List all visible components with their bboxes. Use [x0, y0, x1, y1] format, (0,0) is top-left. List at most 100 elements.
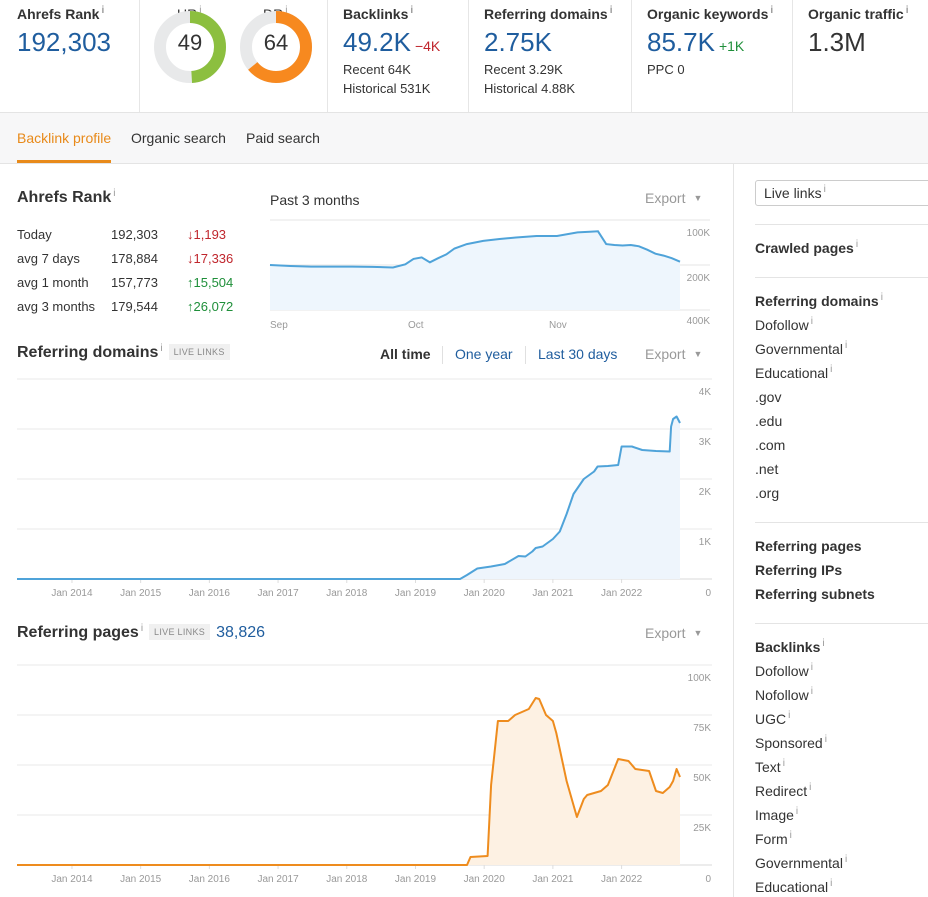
x-tick-label: Jan 2022: [601, 874, 643, 885]
rank-row-label: avg 7 days: [17, 251, 80, 266]
info-icon[interactable]: i: [845, 340, 847, 351]
info-icon[interactable]: i: [881, 292, 883, 303]
export-button[interactable]: Export ▼: [645, 190, 702, 206]
sidebar-item-label: Governmental: [755, 855, 843, 871]
sidebar-item-referring-pages[interactable]: Referring pages: [755, 538, 862, 554]
info-icon[interactable]: i: [811, 316, 813, 327]
sidebar-item-org[interactable]: .org: [755, 485, 779, 501]
export-button[interactable]: Export ▼: [645, 625, 702, 641]
info-icon[interactable]: i: [845, 854, 847, 865]
link-type-select[interactable]: Live links i: [755, 180, 928, 206]
info-icon[interactable]: i: [825, 734, 827, 745]
rank-row: avg 1 month 157,773 ↑15,504: [17, 275, 247, 293]
sidebar-item-label: Form: [755, 831, 788, 847]
info-icon[interactable]: i: [811, 686, 813, 697]
info-icon[interactable]: i: [811, 662, 813, 673]
area-fill: [17, 698, 680, 865]
caret-down-icon: ▼: [693, 193, 703, 203]
metric-referring-domains: Referring domains i 2.75K Recent 3.29K Hi…: [469, 0, 632, 112]
sidebar-item-label: Referring IPs: [755, 562, 843, 578]
referring-pages-count[interactable]: 38,826: [216, 624, 265, 641]
sidebar-item-text[interactable]: Text i: [755, 758, 785, 775]
sidebar-item-referring-ips[interactable]: Referring IPs: [755, 562, 842, 578]
export-button[interactable]: Export ▼: [645, 346, 702, 362]
range-one-year[interactable]: One year: [455, 346, 513, 362]
info-icon[interactable]: i: [160, 343, 162, 354]
x-tick-label: Jan 2020: [464, 588, 506, 599]
metric-historical: Historical 4.88K: [484, 81, 576, 96]
info-icon[interactable]: i: [796, 806, 798, 817]
x-tick-label: Jan 2015: [120, 588, 162, 599]
info-icon[interactable]: i: [101, 5, 104, 16]
sidebar-item-sponsored[interactable]: Sponsored i: [755, 734, 827, 751]
sidebar-item-crawled-pages[interactable]: Crawled pages i: [755, 239, 858, 256]
y-tick-label: 0: [705, 588, 711, 599]
sidebar-item-ugc[interactable]: UGC i: [755, 710, 790, 727]
metric-delta: −4K: [414, 38, 441, 54]
sidebar-item-label: Text: [755, 759, 781, 775]
sidebar-item-com[interactable]: .com: [755, 437, 785, 453]
metric-backlinks: Backlinks i 49.2K −4K Recent 64K Historica…: [328, 0, 469, 112]
metric-value: 49.2K: [343, 27, 411, 57]
sidebar-item-edu[interactable]: .edu: [755, 413, 782, 429]
sidebar-item-dofollow[interactable]: Dofollow i: [755, 316, 813, 333]
info-icon[interactable]: i: [824, 184, 826, 195]
sidebar-item-nofollow[interactable]: Nofollow i: [755, 686, 813, 703]
sidebar-item-form[interactable]: Form i: [755, 830, 792, 847]
sidebar-item-gov[interactable]: .gov: [755, 389, 781, 405]
tab-paid-search[interactable]: Paid search: [246, 130, 320, 146]
x-tick-label: Jan 2021: [532, 874, 574, 885]
x-tick-label: Jan 2015: [120, 874, 162, 885]
info-icon[interactable]: i: [790, 830, 792, 841]
metric-label: Organic keywords: [647, 6, 769, 22]
sidebar-item-label: Educational: [755, 879, 829, 895]
info-icon[interactable]: i: [809, 782, 811, 793]
info-icon[interactable]: i: [856, 239, 858, 250]
range-separator: [442, 346, 443, 364]
metric-ur-dr: UR i 49 DR i 64: [140, 0, 328, 112]
y-tick-label: 3K: [699, 437, 712, 448]
tab-backlink-profile[interactable]: Backlink profile: [17, 130, 111, 146]
rank-row-value: 192,303: [111, 227, 158, 242]
sidebar-item-net[interactable]: .net: [755, 461, 778, 477]
sidebar-item-governmental[interactable]: Governmental i: [755, 340, 847, 357]
info-icon[interactable]: i: [783, 758, 785, 769]
sidebar-item-backlinks[interactable]: Backlinks i: [755, 638, 825, 655]
sidebar-item-label: .com: [755, 437, 786, 453]
sidebar-item-label: Governmental: [755, 341, 843, 357]
info-icon[interactable]: i: [113, 188, 115, 199]
sidebar-item-educational[interactable]: Educational i: [755, 364, 832, 381]
sidebar-item-label: Crawled pages: [755, 240, 854, 256]
rank-row-change: ↑15,504: [187, 275, 234, 290]
range-separator: [525, 346, 526, 364]
ahrefs-rank-title: Ahrefs Rank: [17, 189, 112, 206]
info-icon[interactable]: i: [822, 638, 824, 649]
y-tick-label: 75K: [693, 723, 711, 734]
info-icon[interactable]: i: [141, 623, 143, 634]
sidebar-item-label: .net: [755, 461, 779, 477]
range-all-time[interactable]: All time: [380, 346, 431, 362]
sidebar-item-educational[interactable]: Educational i: [755, 878, 832, 895]
metric-ahrefs-rank: Ahrefs Rank i 192,303: [0, 0, 140, 112]
metrics-bar: Ahrefs Rank i 192,303 UR i 49 DR i 64 Backl…: [0, 0, 928, 113]
x-tick-label: Sep: [270, 320, 288, 331]
info-icon[interactable]: i: [906, 5, 909, 16]
sidebar-item-dofollow[interactable]: Dofollow i: [755, 662, 813, 679]
sidebar-item-referring-domains[interactable]: Referring domains i: [755, 292, 883, 309]
x-tick-label: Jan 2019: [395, 588, 437, 599]
y-tick-label: 1K: [699, 537, 712, 548]
info-icon[interactable]: i: [788, 710, 790, 721]
sidebar-item-governmental[interactable]: Governmental i: [755, 854, 847, 871]
range-last-30-days[interactable]: Last 30 days: [538, 346, 617, 362]
sidebar-item-redirect[interactable]: Redirect i: [755, 782, 811, 799]
info-icon[interactable]: i: [770, 5, 773, 16]
info-icon[interactable]: i: [830, 364, 832, 375]
tab-organic-search[interactable]: Organic search: [131, 130, 226, 146]
sidebar-item-referring-subnets[interactable]: Referring subnets: [755, 586, 875, 602]
x-tick-label: Jan 2016: [189, 588, 231, 599]
metric-delta: +1K: [718, 38, 745, 54]
info-icon[interactable]: i: [830, 878, 832, 889]
sidebar-item-image[interactable]: Image i: [755, 806, 798, 823]
info-icon[interactable]: i: [410, 5, 413, 16]
info-icon[interactable]: i: [610, 5, 613, 16]
